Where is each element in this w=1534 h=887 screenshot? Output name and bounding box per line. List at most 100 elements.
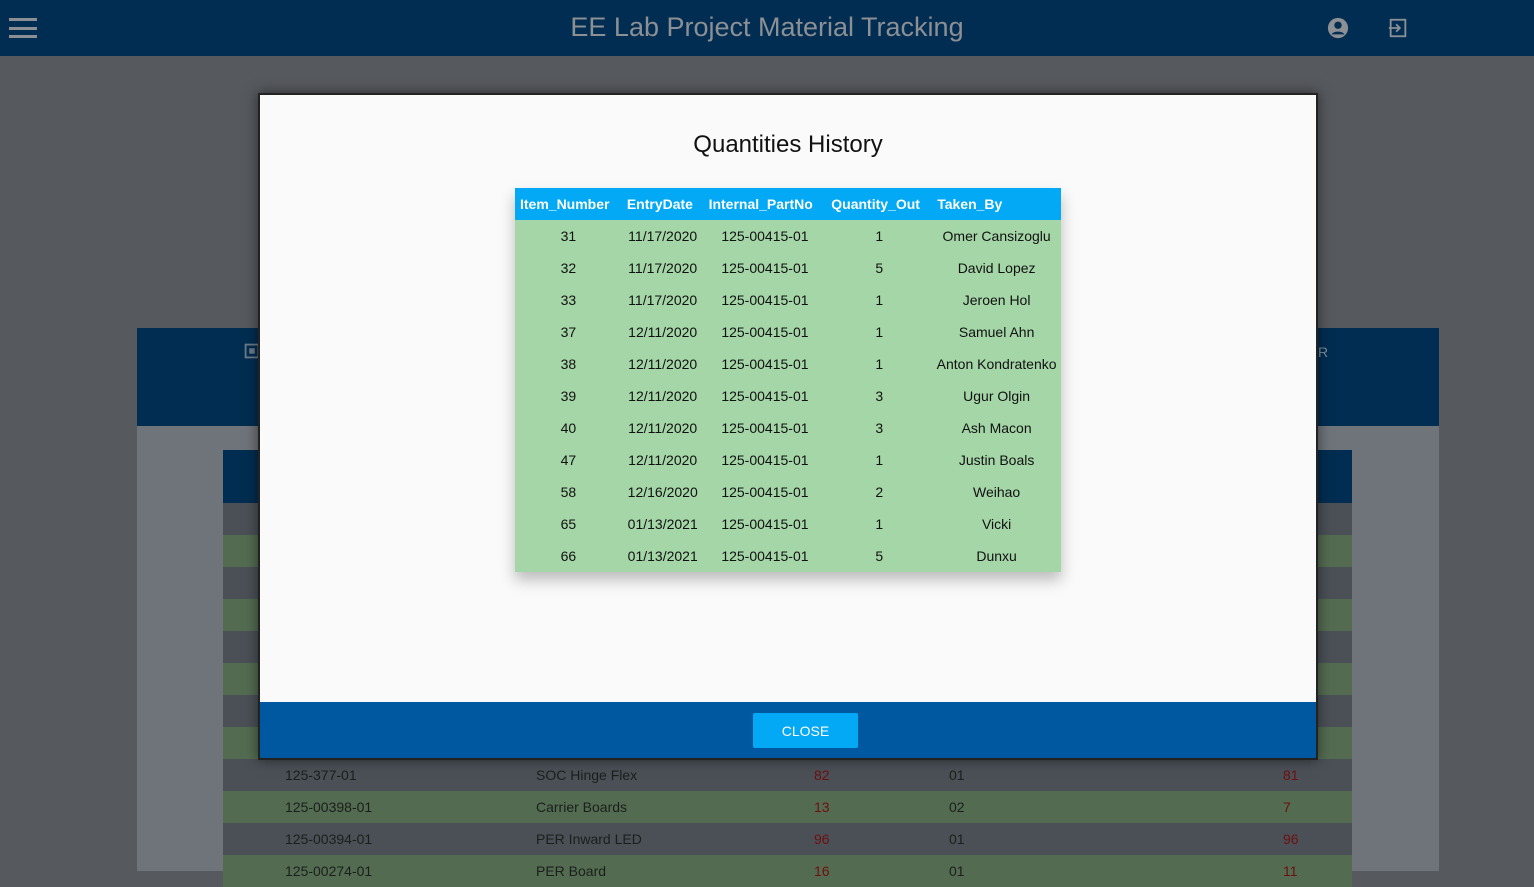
table-cell: Anton Kondratenko (932, 348, 1061, 380)
cell-rev: 01 (949, 863, 965, 879)
table-cell: 01/13/2021 (621, 540, 704, 572)
table-cell: 37 (515, 316, 622, 348)
list-item[interactable]: 125-377-01 SOC Hinge Flex 82 01 81 (223, 759, 1352, 791)
table-cell: 125-00415-01 (703, 444, 827, 476)
cell-name: PER Inward LED (536, 831, 642, 847)
table-cell: 125-00415-01 (703, 412, 827, 444)
table-cell: 1 (826, 444, 933, 476)
column-header[interactable]: Internal_PartNo (703, 188, 827, 220)
column-header[interactable]: Taken_By (932, 188, 1061, 220)
cell-remaining: 81 (1283, 767, 1299, 783)
table-cell: Weihao (932, 476, 1061, 508)
table-cell: 125-00415-01 (703, 540, 827, 572)
table-row: 65 01/13/2021 125-00415-01 1 Vicki (515, 508, 1061, 540)
cell-qty: 82 (814, 767, 830, 783)
cell-name: PER Board (536, 863, 607, 879)
table-cell: Vicki (932, 508, 1061, 540)
table-cell: 1 (826, 220, 933, 252)
history-table: Item_Number EntryDate Internal_PartNo Quant… (515, 188, 1061, 572)
table-cell: 58 (515, 476, 622, 508)
table-cell: 5 (826, 540, 933, 572)
table-cell: 125-00415-01 (703, 252, 827, 284)
dialog-title: Quantities History (693, 131, 883, 158)
table-cell: 38 (515, 348, 622, 380)
table-cell: 12/11/2020 (621, 348, 704, 380)
table-cell: 125-00415-01 (703, 508, 827, 540)
table-cell: Jeroen Hol (932, 284, 1061, 316)
table-cell: 47 (515, 444, 622, 476)
table-cell: 12/11/2020 (621, 412, 704, 444)
cell-rev: 01 (949, 831, 965, 847)
cell-name: Carrier Boards (536, 799, 628, 815)
cell-remaining: 11 (1283, 863, 1298, 879)
table-cell: 125-00415-01 (703, 476, 827, 508)
table-cell: 2 (826, 476, 933, 508)
cell-part: 125-00394-01 (285, 831, 373, 847)
table-row: 31 11/17/2020 125-00415-01 1 Omer Cansizoglu (515, 220, 1061, 252)
table-cell: 5 (826, 252, 933, 284)
column-header[interactable]: Item_Number (515, 188, 622, 220)
cell-remaining: 7 (1283, 799, 1291, 815)
quantities-history-dialog: Quantities History Item_Number EntryDate I… (258, 93, 1318, 760)
table-row: 38 12/11/2020 125-00415-01 1 Anton Kondraten… (515, 348, 1061, 380)
cell-part: 125-00398-01 (285, 799, 373, 815)
cell-part: 125-00274-01 (285, 863, 373, 879)
table-cell: Ash Macon (932, 412, 1061, 444)
account-icon[interactable] (1327, 17, 1349, 39)
cell-name: SOC Hinge Flex (536, 767, 638, 783)
table-cell: 31 (515, 220, 622, 252)
table-cell: 125-00415-01 (703, 348, 827, 380)
table-cell: 1 (826, 348, 933, 380)
table-cell: 66 (515, 540, 622, 572)
logout-icon[interactable] (1387, 17, 1409, 39)
cell-qty: 16 (814, 863, 830, 879)
table-cell: 11/17/2020 (621, 220, 704, 252)
table-cell: 12/11/2020 (621, 444, 704, 476)
table-cell: 40 (515, 412, 622, 444)
table-row: 47 12/11/2020 125-00415-01 1 Justin Boals (515, 444, 1061, 476)
table-cell: 65 (515, 508, 622, 540)
table-cell: Ugur Olgin (932, 380, 1061, 412)
table-cell: 125-00415-01 (703, 220, 827, 252)
app-title: EE Lab Project Material Tracking (570, 12, 964, 42)
table-cell: 1 (826, 508, 933, 540)
table-cell: Dunxu (932, 540, 1061, 572)
table-cell: Samuel Ahn (932, 316, 1061, 348)
table-cell: 3 (826, 380, 933, 412)
app-header: EE Lab Project Material Tracking (0, 0, 1534, 56)
table-cell: 125-00415-01 (703, 284, 827, 316)
table-row: 40 12/11/2020 125-00415-01 3 Ash Macon (515, 412, 1061, 444)
dialog-footer: CLOSE (260, 702, 1316, 758)
table-cell: David Lopez (932, 252, 1061, 284)
table-cell: 01/13/2021 (621, 508, 704, 540)
table-row: 37 12/11/2020 125-00415-01 1 Samuel Ahn (515, 316, 1061, 348)
table-cell: Justin Boals (932, 444, 1061, 476)
close-button[interactable]: CLOSE (753, 713, 858, 748)
table-cell: 3 (826, 412, 933, 444)
table-cell: 11/17/2020 (621, 252, 704, 284)
list-item[interactable]: 125-00394-01 PER Inward LED 96 01 96 (223, 823, 1352, 855)
table-cell: 12/11/2020 (621, 316, 704, 348)
table-row: 58 12/16/2020 125-00415-01 2 Weihao (515, 476, 1061, 508)
column-header[interactable]: Quantity_Out (826, 188, 933, 220)
table-cell: 33 (515, 284, 622, 316)
list-item[interactable]: 125-00274-01 PER Board 16 01 11 (223, 855, 1352, 887)
table-cell: 1 (826, 316, 933, 348)
cell-remaining: 96 (1283, 831, 1299, 847)
table-cell: 39 (515, 380, 622, 412)
table-cell: 125-00415-01 (703, 316, 827, 348)
table-cell: 125-00415-01 (703, 380, 827, 412)
table-row: 66 01/13/2021 125-00415-01 5 Dunxu (515, 540, 1061, 572)
band-text: R (1318, 344, 1329, 360)
list-item[interactable]: 125-00398-01 Carrier Boards 13 02 7 (223, 791, 1352, 823)
table-cell: 11/17/2020 (621, 284, 704, 316)
cell-part: 125-377-01 (285, 767, 357, 783)
column-header[interactable]: EntryDate (621, 188, 704, 220)
table-row: 33 11/17/2020 125-00415-01 1 Jeroen Hol (515, 284, 1061, 316)
cell-qty: 13 (814, 799, 830, 815)
table-cell: Omer Cansizoglu (932, 220, 1061, 252)
cell-rev: 01 (949, 767, 965, 783)
cell-rev: 02 (949, 799, 965, 815)
table-cell: 32 (515, 252, 622, 284)
table-cell: 12/11/2020 (621, 380, 704, 412)
